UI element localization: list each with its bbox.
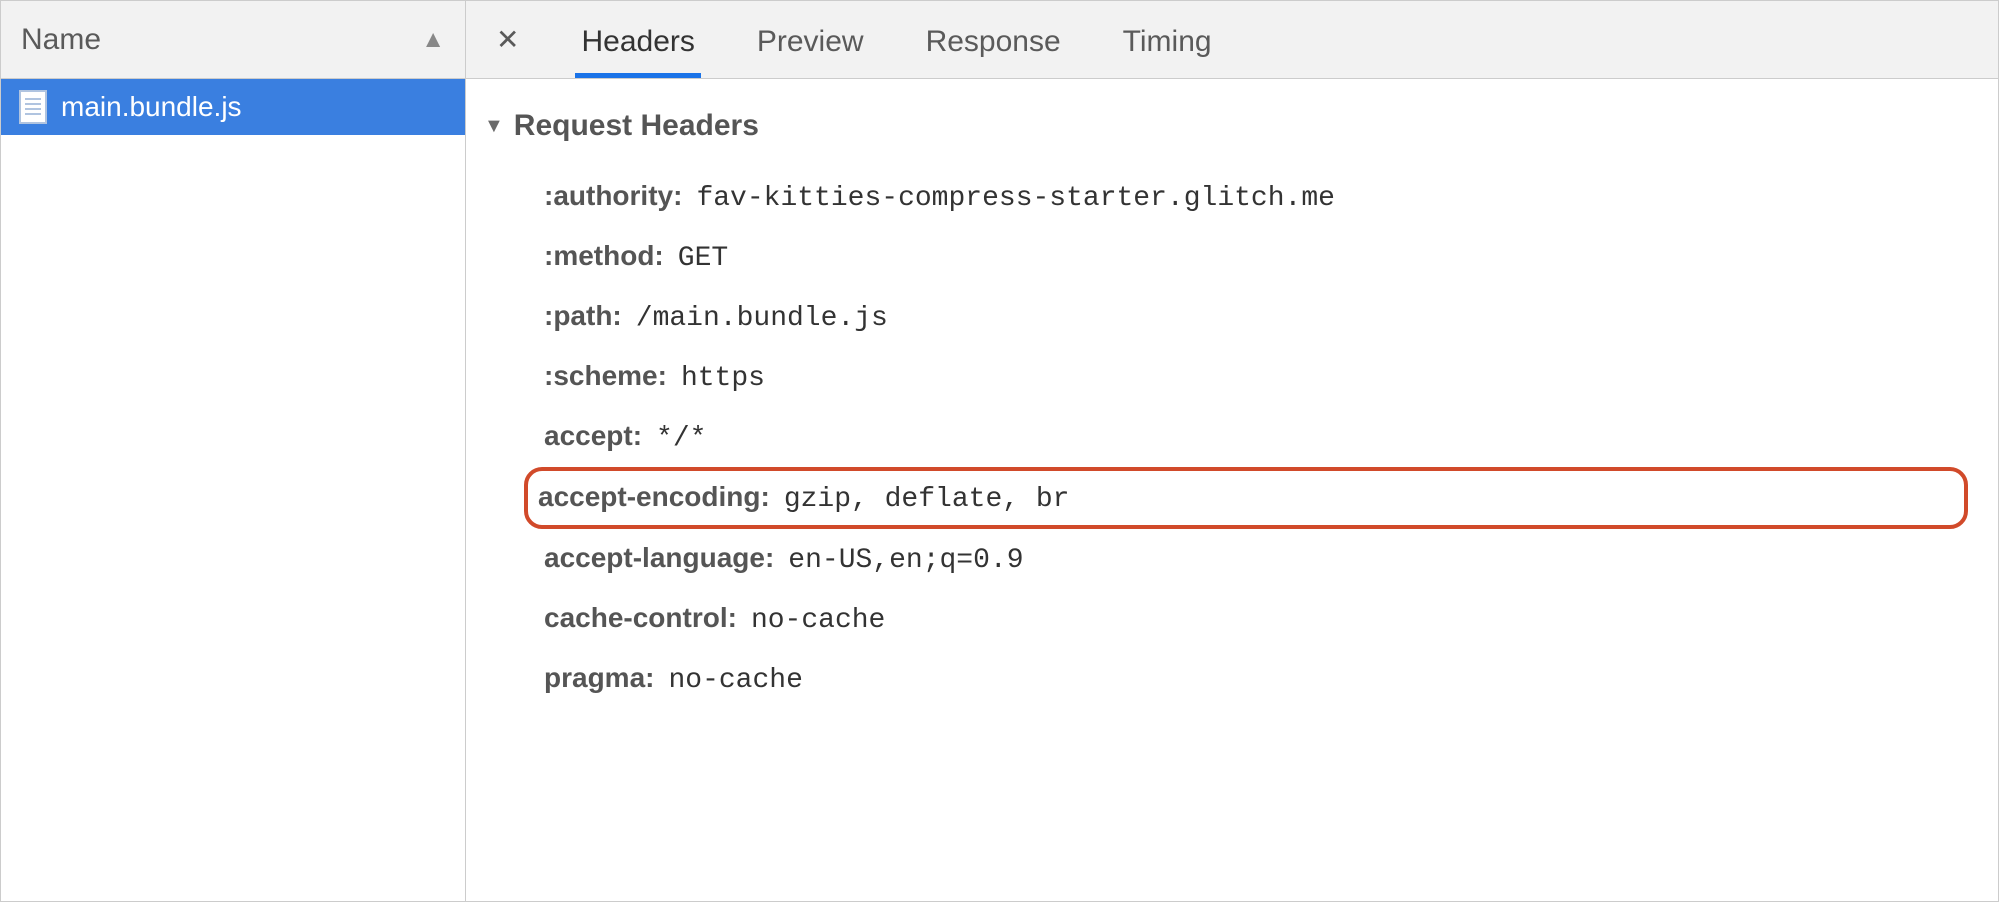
close-icon[interactable]: ✕ — [490, 17, 525, 62]
header-value: GET — [678, 243, 728, 274]
header-row-accept-language: accept-language: en-US,en;q=0.9 — [538, 529, 1968, 589]
header-row-accept-encoding: accept-encoding: gzip, deflate, br — [524, 467, 1968, 529]
header-value: */* — [656, 423, 706, 454]
disclosure-triangle-icon: ▼ — [484, 115, 504, 138]
tab-timing[interactable]: Timing — [1117, 5, 1218, 75]
header-row-path: :path: /main.bundle.js — [538, 287, 1968, 347]
header-value: https — [681, 363, 765, 394]
request-list-panel: Name ▲ main.bundle.js — [1, 1, 466, 901]
details-tab-bar: ✕ Headers Preview Response Timing — [466, 1, 1998, 79]
header-name: :method: — [544, 240, 664, 272]
headers-tab-content: ▼ Request Headers :authority: fav-kittie… — [466, 79, 1998, 901]
file-icon — [19, 90, 47, 124]
request-headers-list: :authority: fav-kitties-compress-starter… — [478, 167, 1968, 709]
request-headers-section-toggle[interactable]: ▼ Request Headers — [484, 109, 1968, 143]
header-name: accept-encoding: — [538, 481, 770, 513]
header-value: gzip, deflate, br — [784, 484, 1070, 515]
header-row-scheme: :scheme: https — [538, 347, 1968, 407]
header-row-authority: :authority: fav-kitties-compress-starter… — [538, 167, 1968, 227]
request-file-name: main.bundle.js — [61, 91, 242, 123]
header-name: pragma: — [544, 662, 654, 694]
name-column-header: Name — [21, 23, 101, 57]
header-value: /main.bundle.js — [636, 303, 888, 334]
header-value: fav-kitties-compress-starter.glitch.me — [696, 183, 1335, 214]
sort-ascending-icon: ▲ — [421, 26, 445, 54]
header-name: accept: — [544, 420, 642, 452]
tab-response[interactable]: Response — [920, 5, 1067, 75]
request-list-header[interactable]: Name ▲ — [1, 1, 465, 79]
header-row-pragma: pragma: no-cache — [538, 649, 1968, 709]
header-row-cache-control: cache-control: no-cache — [538, 589, 1968, 649]
tab-headers[interactable]: Headers — [575, 5, 700, 75]
tab-preview[interactable]: Preview — [751, 5, 870, 75]
request-headers-title: Request Headers — [514, 109, 759, 143]
header-row-accept: accept: */* — [538, 407, 1968, 467]
header-value: en-US,en;q=0.9 — [788, 545, 1023, 576]
header-name: :scheme: — [544, 360, 667, 392]
header-name: cache-control: — [544, 602, 737, 634]
header-value: no-cache — [668, 665, 802, 696]
header-name: accept-language: — [544, 542, 774, 574]
header-value: no-cache — [751, 605, 885, 636]
header-name: :path: — [544, 300, 622, 332]
header-row-method: :method: GET — [538, 227, 1968, 287]
request-details-panel: ✕ Headers Preview Response Timing ▼ Requ… — [466, 1, 1998, 901]
request-row-selected[interactable]: main.bundle.js — [1, 79, 465, 135]
header-name: :authority: — [544, 180, 682, 212]
devtools-network-panel: Name ▲ main.bundle.js ✕ Headers Preview … — [0, 0, 1999, 902]
